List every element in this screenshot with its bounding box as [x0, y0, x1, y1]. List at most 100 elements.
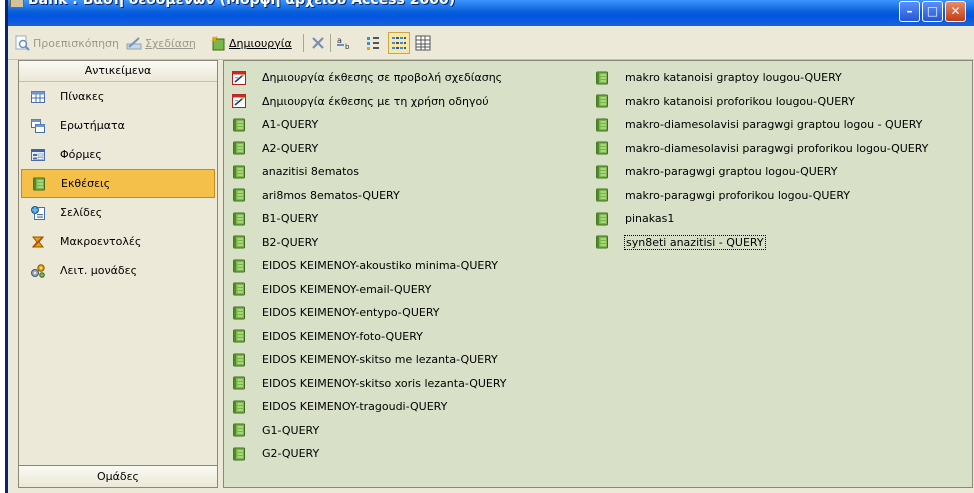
small-icons-button[interactable] — [365, 34, 381, 52]
report-item-label: anazitisi 8ematos — [262, 165, 359, 179]
report-item-label: Δημιουργία έκθεσης με τη χρήση οδηγού — [262, 94, 489, 108]
report-item-label: G1-QUERY — [262, 423, 320, 437]
report-icon — [596, 141, 608, 155]
report-icon — [233, 165, 245, 179]
report-item-label: pinakas1 — [625, 212, 675, 226]
list-view-button[interactable] — [388, 32, 410, 54]
report-item[interactable]: EIDOS KEIMENOY-skitso me lezanta-QUERY — [231, 348, 508, 372]
large-icons-button[interactable]: a b — [336, 34, 352, 52]
report-item[interactable]: B2-QUERY — [231, 231, 508, 255]
small-icons-icon — [367, 37, 379, 50]
title-bar[interactable]: Bank : Βάση δεδομένων (Μορφή αρχείου Acc… — [8, 0, 974, 26]
report-item[interactable]: EIDOS KEIMENOY-email-QUERY — [231, 278, 508, 302]
report-item-label: makro katanoisi proforikou lougou-QUERY — [625, 94, 855, 108]
svg-text:a: a — [337, 36, 342, 45]
report-item[interactable]: Δημιουργία έκθεσης με τη χρήση οδηγού — [231, 90, 508, 114]
report-item-label: ari8mos 8ematos-QUERY — [262, 188, 400, 202]
design-button[interactable]: Σχεδίαση — [126, 34, 196, 52]
objects-item-module[interactable]: Λειτ. μονάδες — [19, 256, 217, 285]
report-item[interactable]: ari8mos 8ematos-QUERY — [231, 184, 508, 208]
report-icon — [233, 376, 245, 390]
report-icon — [233, 118, 245, 132]
reports-list: Δημιουργία έκθεσης σε προβολή σχεδίασης Δ… — [223, 60, 973, 488]
toolbar-separator — [303, 34, 304, 52]
report-item[interactable]: makro-paragwgi proforikou logou-QUERY — [594, 184, 929, 208]
list-column-1: Δημιουργία έκθεσης σε προβολή σχεδίασης Δ… — [231, 66, 508, 466]
report-item-label: makro-diamesolavisi paragwgi graptou log… — [625, 118, 923, 132]
report-item[interactable]: EIDOS KEIMENOY-skitso xoris lezanta-QUER… — [231, 372, 508, 396]
objects-item-page[interactable]: Σελίδες — [19, 198, 217, 227]
report-item[interactable]: EIDOS KEIMENOY-akoustiko minima-QUERY — [231, 254, 508, 278]
delete-icon — [312, 37, 324, 49]
details-view-button[interactable] — [415, 34, 431, 52]
report-item[interactable]: EIDOS KEIMENOY-foto-QUERY — [231, 325, 508, 349]
report-item[interactable]: Δημιουργία έκθεσης σε προβολή σχεδίασης — [231, 66, 508, 90]
report-item[interactable]: B1-QUERY — [231, 207, 508, 231]
report-item[interactable]: A2-QUERY — [231, 137, 508, 161]
report-item[interactable]: pinakas1 — [594, 207, 929, 231]
objects-item-label: Ερωτήματα — [60, 119, 125, 132]
create-button[interactable]: Δημιουργία — [210, 34, 292, 52]
delete-button[interactable] — [310, 34, 326, 52]
objects-header[interactable]: Αντικείμενα — [19, 61, 217, 82]
report-icon — [233, 259, 245, 273]
report-item-label: EIDOS KEIMENOY-entypo-QUERY — [262, 306, 440, 320]
report-icon — [233, 447, 245, 461]
preview-button[interactable]: Προεπισκόπηση — [14, 34, 119, 52]
report-item[interactable]: syn8eti anazitisi - QUERY — [594, 231, 929, 255]
report-item-label: makro-paragwgi proforikou logou-QUERY — [625, 188, 851, 202]
report-item-label: makro-paragwgi graptou logou-QUERY — [625, 165, 838, 179]
database-icon — [10, 0, 24, 8]
report-item-label: EIDOS KEIMENOY-email-QUERY — [262, 282, 432, 296]
wizard-icon — [232, 94, 246, 109]
report-icon — [596, 212, 608, 226]
report-icon — [233, 212, 245, 226]
objects-item-label: Εκθέσεις — [61, 177, 111, 190]
table-icon — [31, 90, 45, 103]
minimize-button[interactable]: – — [899, 1, 920, 22]
module-icon — [31, 263, 45, 278]
report-icon — [596, 71, 608, 85]
report-item[interactable]: EIDOS KEIMENOY-tragoudi-QUERY — [231, 395, 508, 419]
list-column-2: makro katanoisi graptoy lougou-QUERY makr… — [594, 66, 929, 254]
report-item[interactable]: anazitisi 8ematos — [231, 160, 508, 184]
report-item[interactable]: EIDOS KEIMENOY-entypo-QUERY — [231, 301, 508, 325]
report-item[interactable]: G2-QUERY — [231, 442, 508, 466]
wizard-icon — [232, 70, 246, 85]
report-item[interactable]: makro katanoisi graptoy lougou-QUERY — [594, 66, 929, 90]
toolbar: Προεπισκόπηση Σχεδίαση Δημιουργία a b — [8, 26, 974, 60]
database-window: Bank : Βάση δεδομένων (Μορφή αρχείου Acc… — [5, 0, 974, 493]
close-button[interactable]: ✕ — [945, 1, 966, 22]
report-item[interactable]: makro-diamesolavisi paragwgi proforikou … — [594, 137, 929, 161]
list-view-icon — [392, 37, 406, 49]
preview-label: Προεπισκόπηση — [33, 36, 119, 50]
objects-item-form[interactable]: Φόρμες — [19, 140, 217, 169]
report-icon — [596, 235, 608, 249]
report-item[interactable]: G1-QUERY — [231, 419, 508, 443]
svg-text:b: b — [345, 43, 350, 51]
report-icon — [233, 188, 245, 202]
report-item-label: syn8eti anazitisi - QUERY — [624, 234, 766, 250]
objects-item-table[interactable]: Πίνακες — [19, 82, 217, 111]
toolbar-separator — [330, 34, 331, 52]
report-item[interactable]: makro katanoisi proforikou lougou-QUERY — [594, 90, 929, 114]
new-object-icon — [211, 36, 225, 51]
report-item-label: makro katanoisi graptoy lougou-QUERY — [625, 71, 842, 85]
objects-item-macro[interactable]: Μακροεντολές — [19, 227, 217, 256]
report-icon — [233, 423, 245, 437]
query-icon — [31, 118, 45, 133]
groups-header[interactable]: Ομάδες — [19, 465, 217, 487]
objects-item-query[interactable]: Ερωτήματα — [19, 111, 217, 140]
report-item-label: A2-QUERY — [262, 141, 319, 155]
report-item-label: A1-QUERY — [262, 118, 319, 132]
report-icon — [233, 235, 245, 249]
preview-icon — [15, 35, 30, 51]
report-item[interactable]: makro-paragwgi graptou logou-QUERY — [594, 160, 929, 184]
report-icon — [233, 141, 245, 155]
report-item[interactable]: makro-diamesolavisi paragwgi graptou log… — [594, 113, 929, 137]
maximize-button[interactable]: □ — [922, 1, 943, 22]
report-item-label: Δημιουργία έκθεσης σε προβολή σχεδίασης — [262, 71, 503, 85]
objects-item-report[interactable]: Εκθέσεις — [21, 169, 215, 198]
report-item-label: EIDOS KEIMENOY-tragoudi-QUERY — [262, 400, 448, 414]
report-item[interactable]: A1-QUERY — [231, 113, 508, 137]
